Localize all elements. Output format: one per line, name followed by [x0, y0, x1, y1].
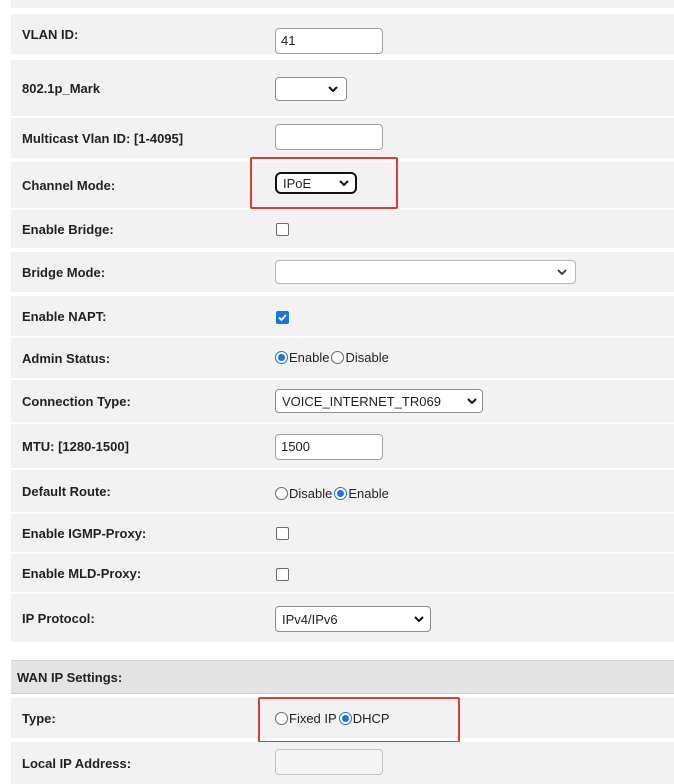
wan-settings-panel: VLAN ID: 41 802.1p_Mark Multicast Vlan I…: [11, 0, 674, 784]
enable-mld-label: Enable MLD-Proxy:: [22, 565, 142, 581]
chevron-down-icon: [414, 616, 424, 623]
wan-type-label: Type:: [22, 710, 56, 726]
admin-status-disable-radio[interactable]: [331, 351, 345, 364]
admin-status-label: Admin Status:: [22, 350, 111, 366]
enable-mld-checkbox[interactable]: [276, 568, 289, 581]
channel-mode-highlight: [250, 157, 398, 209]
default-route-label: Default Route:: [22, 483, 111, 499]
connection-type-select[interactable]: VOICE_INTERNET_TR069: [275, 389, 483, 413]
chevron-down-icon: [557, 269, 567, 276]
vlan-id-label: VLAN ID:: [22, 26, 79, 42]
enable-igmp-checkbox[interactable]: [276, 527, 289, 540]
default-route-radio-group: Disable Enable: [275, 486, 389, 501]
admin-status-enable-radio[interactable]: [275, 351, 288, 364]
8021p-mark-label: 802.1p_Mark: [22, 80, 101, 96]
default-route-disable-label: Disable: [289, 486, 333, 501]
row-enable-igmp: Enable IGMP-Proxy:: [11, 514, 674, 552]
connection-type-value: VOICE_INTERNET_TR069: [282, 393, 441, 409]
checkmark-icon: [278, 314, 287, 322]
wan-ip-settings-header: WAN IP Settings:: [11, 660, 674, 694]
default-route-enable-label: Enable: [348, 486, 389, 501]
enable-bridge-label: Enable Bridge:: [22, 221, 114, 237]
bridge-mode-label: Bridge Mode:: [22, 264, 106, 280]
row-enable-bridge: Enable Bridge:: [11, 210, 674, 248]
row-enable-mld: Enable MLD-Proxy:: [11, 554, 674, 592]
mtu-label: MTU: [1280-1500]: [22, 438, 129, 454]
8021p-mark-select[interactable]: [275, 77, 347, 101]
wan-type-highlight: [258, 697, 460, 743]
enable-napt-checkbox[interactable]: [276, 311, 289, 324]
default-route-enable-radio[interactable]: [334, 487, 348, 500]
admin-status-radio-group: Enable Disable: [275, 350, 389, 365]
enable-napt-label: Enable NAPT:: [22, 308, 107, 324]
bridge-mode-select[interactable]: [275, 260, 576, 284]
multicast-vlan-input[interactable]: [275, 124, 383, 150]
enable-bridge-checkbox[interactable]: [276, 223, 289, 236]
vlan-id-input[interactable]: 41: [275, 28, 383, 54]
local-ip-label: Local IP Address:: [22, 755, 132, 771]
chevron-down-icon: [328, 86, 338, 93]
admin-status-disable-label: Disable: [345, 350, 389, 365]
ip-protocol-select[interactable]: IPv4/IPv6: [275, 606, 431, 632]
ip-protocol-value: IPv4/IPv6: [282, 611, 338, 627]
chevron-down-icon: [467, 398, 477, 405]
multicast-vlan-label: Multicast Vlan ID: [1-4095]: [22, 130, 184, 146]
channel-mode-label: Channel Mode:: [22, 177, 116, 193]
row-enable-napt: Enable NAPT:: [11, 296, 674, 336]
connection-type-label: Connection Type:: [22, 393, 131, 409]
mtu-input[interactable]: 1500: [275, 434, 383, 460]
ip-protocol-label: IP Protocol:: [22, 610, 95, 626]
local-ip-input[interactable]: [275, 749, 383, 775]
admin-status-enable-label: Enable: [289, 350, 330, 365]
enable-igmp-label: Enable IGMP-Proxy:: [22, 525, 147, 541]
default-route-disable-radio[interactable]: [275, 487, 288, 500]
wan-ip-settings-title: WAN IP Settings:: [17, 669, 123, 685]
previous-row: [11, 0, 674, 8]
